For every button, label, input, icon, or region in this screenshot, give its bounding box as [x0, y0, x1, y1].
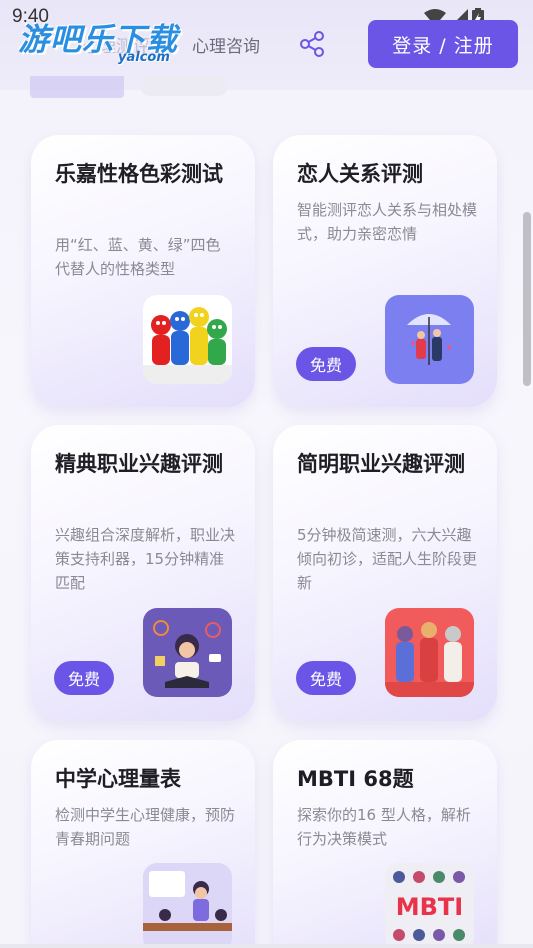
card-desc: 检测中学生心理健康，预防青春期问题: [55, 806, 236, 848]
card-title: 简明职业兴趣评测: [297, 452, 465, 476]
watermark-logo: 游吧乐下载 yalcom: [18, 14, 178, 65]
test-card-color-personality[interactable]: 乐嘉性格色彩测试 用“红、蓝、黄、绿”四色代替人的性格类型: [31, 135, 255, 407]
share-icon[interactable]: [298, 30, 326, 58]
student-reading-icon: [143, 608, 232, 697]
free-badge: 免费: [296, 347, 356, 381]
bottom-edge: [0, 944, 533, 948]
card-desc: 用“红、蓝、黄、绿”四色代替人的性格类型: [55, 236, 221, 278]
test-card-career-interest-brief[interactable]: 简明职业兴趣评测 5分钟极简速测，六大兴趣倾向初诊，适配人生阶段更新 免费: [273, 425, 497, 721]
card-desc: 5分钟极简速测，六大兴趣倾向初诊，适配人生阶段更新: [297, 526, 478, 592]
watermark-sub: yalcom: [118, 50, 170, 65]
card-title: 恋人关系评测: [297, 162, 423, 186]
workers-group-icon: [385, 608, 474, 697]
card-title: 乐嘉性格色彩测试: [55, 162, 223, 186]
mbti-icon: MBTI: [385, 863, 474, 948]
test-card-middle-school-scale[interactable]: 中学心理量表 检测中学生心理健康，预防青春期问题: [31, 740, 255, 948]
card-title: 精典职业兴趣评测: [55, 452, 223, 476]
login-register-button[interactable]: 登录 / 注册: [368, 20, 518, 68]
card-desc: 兴趣组合深度解析，职业决策支持利器，15分钟精准匹配: [55, 526, 236, 592]
tab-psych-consult[interactable]: 心理咨询: [192, 32, 260, 57]
card-title: 中学心理量表: [55, 767, 181, 791]
free-badge: 免费: [54, 661, 114, 695]
section-title-peek: [30, 76, 124, 98]
test-card-mbti-68[interactable]: MBTI 68题 探索你的16 型人格，解析行为决策模式 MBTI: [273, 740, 497, 948]
couple-umbrella-icon: [385, 295, 474, 384]
four-color-people-icon: [143, 295, 232, 384]
section-tab-peek: [140, 76, 228, 96]
classroom-icon: [143, 863, 232, 948]
mbti-logo-text: MBTI: [396, 893, 463, 921]
scrollbar[interactable]: [523, 212, 531, 386]
card-desc: 智能测评恋人关系与相处模式，助力亲密恋情: [297, 201, 478, 243]
card-title: MBTI 68题: [297, 767, 414, 791]
free-badge: 免费: [296, 661, 356, 695]
card-desc: 探索你的16 型人格，解析行为决策模式: [297, 806, 471, 848]
test-card-couple-relationship[interactable]: 恋人关系评测 智能测评恋人关系与相处模式，助力亲密恋情 免费: [273, 135, 497, 407]
test-card-career-interest-classic[interactable]: 精典职业兴趣评测 兴趣组合深度解析，职业决策支持利器，15分钟精准匹配 免费: [31, 425, 255, 721]
